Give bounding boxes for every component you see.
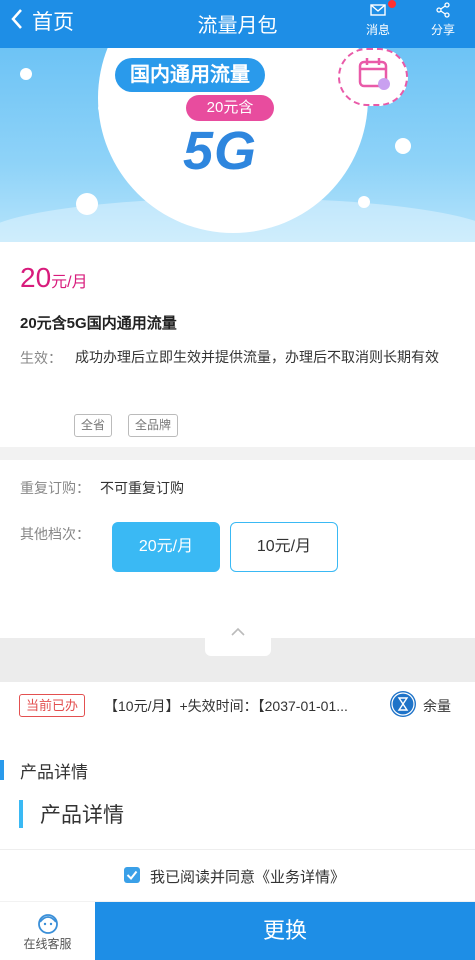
messages-button[interactable]: 消息 <box>356 0 400 38</box>
page-title: 流量月包 <box>197 15 278 37</box>
product-name: 20元含5G国内通用流量 <box>20 315 177 332</box>
price-amount: 20 <box>20 262 52 293</box>
current-badge: 当前已办 <box>19 694 86 717</box>
share-label: 分享 <box>430 23 455 37</box>
customer-service-icon <box>37 914 58 934</box>
heading-accent-bar <box>0 760 4 780</box>
mail-icon <box>370 4 386 16</box>
share-icon <box>436 2 450 18</box>
price: 20元/月 <box>20 262 88 294</box>
banner-badge: 20元含 <box>186 95 274 121</box>
check-icon <box>126 870 138 881</box>
agree-checkbox[interactable] <box>124 867 140 883</box>
customer-service-button[interactable]: 在线客服 <box>0 902 95 960</box>
repeat-value: 不可重复订购 <box>100 480 184 496</box>
divider <box>0 849 475 850</box>
heading-accent-bar <box>19 800 23 828</box>
customer-service-label: 在线客服 <box>23 937 72 951</box>
tiers-label: 其他档次： <box>20 526 90 542</box>
effect-text: 成功办理后立即生效并提供流量，办理后不取消则长期有效 <box>75 349 439 365</box>
promo-banner: 国内通用流量 20元含 5G <box>0 48 475 242</box>
product-details-section: 产品详情 产品详情 我已阅读并同意《业务详情》 <box>0 746 475 901</box>
chevron-up-icon <box>231 627 245 636</box>
details-heading-large: 产品详情 <box>40 804 124 827</box>
hourglass-icon <box>390 691 416 717</box>
messages-label: 消息 <box>365 23 390 37</box>
effect-label: 生效： <box>20 350 62 366</box>
banner-title: 国内通用流量 <box>115 58 265 92</box>
banner-bubble <box>20 68 32 80</box>
tag-province: 全省 <box>74 414 113 437</box>
banner-bubble <box>76 193 98 215</box>
collapse-button[interactable] <box>205 618 271 656</box>
calendar-icon <box>338 48 408 106</box>
change-plan-button[interactable]: 更换 <box>95 902 475 960</box>
tag-all-brands: 全品牌 <box>128 414 179 437</box>
notification-dot <box>388 0 396 8</box>
current-plan-text: 【10元/月】+失效时间：【2037-01-01... <box>104 698 348 714</box>
options-section: 重复订购： 不可重复订购 其他档次： 20元/月 10元/月 <box>0 460 475 638</box>
banner-bubble <box>395 138 411 154</box>
tier-option-20[interactable]: 20元/月 <box>112 522 220 572</box>
current-plan-row[interactable]: 当前已办 【10元/月】+失效时间：【2037-01-01... 余量 <box>0 682 475 746</box>
details-heading-small: 产品详情 <box>20 763 88 782</box>
repeat-label: 重复订购： <box>20 480 90 496</box>
product-info-section: 20元/月 20元含5G国内通用流量 生效： 成功办理后立即生效并提供流量，办理… <box>0 242 475 447</box>
share-button[interactable]: 分享 <box>421 2 465 38</box>
remaining-label: 余量 <box>423 698 451 714</box>
banner-highlight: 5G <box>183 121 258 181</box>
price-unit: 元/月 <box>51 274 88 291</box>
tier-option-10[interactable]: 10元/月 <box>230 522 338 572</box>
agree-text[interactable]: 我已阅读并同意《业务详情》 <box>150 866 345 887</box>
banner-bubble <box>358 196 370 208</box>
top-nav-bar: 首页 流量月包 消息 分享 <box>0 0 475 48</box>
